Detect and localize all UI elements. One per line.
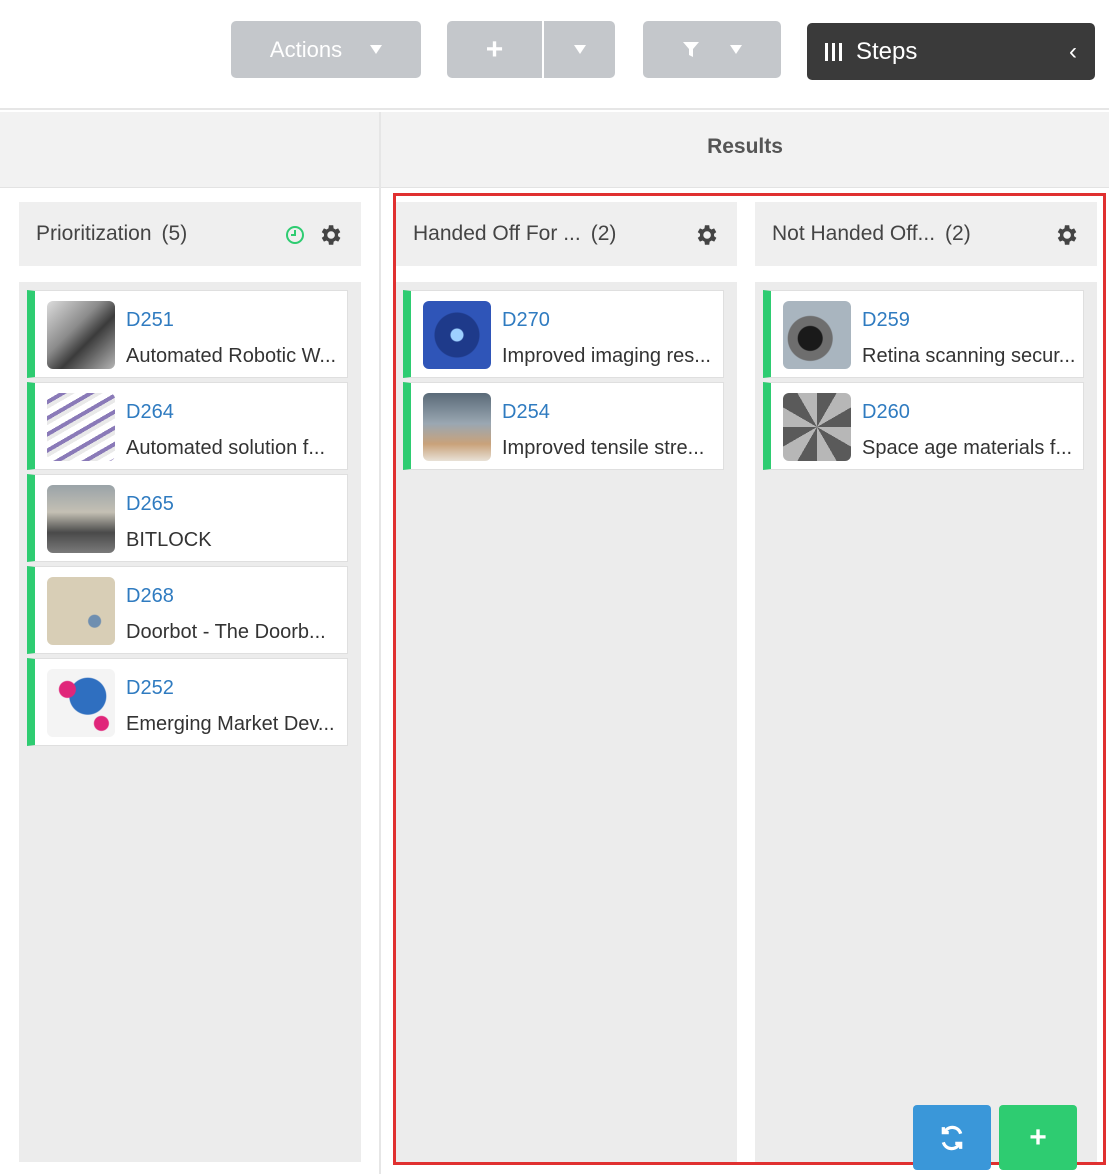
card-id[interactable]: D264	[126, 401, 174, 424]
card-d264[interactable]: D264 Automated solution f...	[27, 382, 348, 470]
card-d251[interactable]: D251 Automated Robotic W...	[27, 290, 348, 378]
actions-dropdown-button[interactable]: Actions	[231, 21, 421, 78]
filter-icon	[683, 41, 699, 57]
lane-count: (2)	[945, 222, 971, 245]
lane-title: Prioritization	[36, 222, 152, 245]
steps-label: Steps	[856, 37, 918, 65]
add-dropdown-toggle[interactable]	[544, 21, 615, 78]
card-name: Space age materials f...	[862, 437, 1073, 459]
top-toolbar: Actions + Steps ‹	[0, 0, 1109, 110]
filter-dropdown-button[interactable]	[643, 21, 781, 78]
retina-scan-thumbnail	[783, 301, 851, 369]
caret-down-icon	[370, 45, 383, 54]
columns-icon	[825, 42, 842, 61]
card-id[interactable]: D252	[126, 677, 174, 700]
gear-icon[interactable]	[317, 222, 343, 248]
add-item-button[interactable]: +	[999, 1105, 1077, 1170]
caret-down-icon	[730, 45, 742, 54]
card-name: Improved tensile stre...	[502, 437, 705, 459]
group-divider	[379, 112, 381, 1174]
card-name: Improved imaging res...	[502, 345, 711, 367]
camera-lens-thumbnail	[423, 301, 491, 369]
lane-header-handed-off[interactable]: Handed Off For ... (2)	[396, 202, 737, 266]
world-map-thumbnail	[47, 669, 115, 737]
card-d268[interactable]: D268 Doorbot - The Doorb...	[27, 566, 348, 654]
card-d265[interactable]: D265 BITLOCK	[27, 474, 348, 562]
lane-header-not-handed-off[interactable]: Not Handed Off... (2)	[755, 202, 1097, 266]
card-id[interactable]: D268	[126, 585, 174, 608]
gear-icon[interactable]	[693, 222, 719, 248]
card-name: Automated Robotic W...	[126, 345, 337, 367]
card-name: Retina scanning secur...	[862, 345, 1076, 367]
add-split-button: +	[447, 21, 615, 78]
steps-toggle-button[interactable]: Steps ‹	[807, 23, 1095, 80]
chevron-left-icon: ‹	[1069, 37, 1077, 65]
lane-count: (2)	[590, 222, 617, 245]
card-d270[interactable]: D270 Improved imaging res...	[403, 290, 724, 378]
card-id[interactable]: D259	[862, 309, 910, 332]
refresh-button[interactable]	[913, 1105, 991, 1170]
street-bikes-thumbnail	[47, 485, 115, 553]
caret-down-icon	[573, 45, 586, 54]
lane-title: Not Handed Off...	[772, 222, 936, 245]
gear-icon[interactable]	[1053, 222, 1079, 248]
card-name: Doorbot - The Doorb...	[126, 621, 326, 643]
card-name: BITLOCK	[126, 529, 212, 551]
lane-title: Handed Off For ...	[413, 222, 581, 245]
card-id[interactable]: D254	[502, 401, 550, 424]
card-id[interactable]: D260	[862, 401, 910, 424]
card-d254[interactable]: D254 Improved tensile stre...	[403, 382, 724, 470]
card-id[interactable]: D270	[502, 309, 550, 332]
actions-label: Actions	[269, 36, 343, 62]
geometric-panel-thumbnail	[783, 393, 851, 461]
lane-header-prioritization[interactable]: Prioritization (5)	[19, 202, 361, 266]
doorbot-device-thumbnail	[47, 577, 115, 645]
lane-count: (5)	[161, 222, 188, 245]
card-name: Emerging Market Dev...	[126, 713, 335, 735]
plus-icon: +	[1029, 1120, 1047, 1154]
dna-helix-thumbnail	[47, 393, 115, 461]
plus-icon: +	[485, 32, 504, 66]
results-group-label: Results	[707, 135, 783, 158]
metal-tubes-thumbnail	[423, 393, 491, 461]
card-d252[interactable]: D252 Emerging Market Dev...	[27, 658, 348, 746]
refresh-icon	[941, 1125, 963, 1150]
card-d259[interactable]: D259 Retina scanning secur...	[763, 290, 1084, 378]
lab-equipment-thumbnail	[47, 301, 115, 369]
card-id[interactable]: D265	[126, 493, 174, 516]
add-button[interactable]: +	[447, 21, 544, 78]
card-d260[interactable]: D260 Space age materials f...	[763, 382, 1084, 470]
card-name: Automated solution f...	[126, 437, 326, 459]
clock-icon[interactable]	[285, 225, 305, 245]
card-id[interactable]: D251	[126, 309, 174, 332]
